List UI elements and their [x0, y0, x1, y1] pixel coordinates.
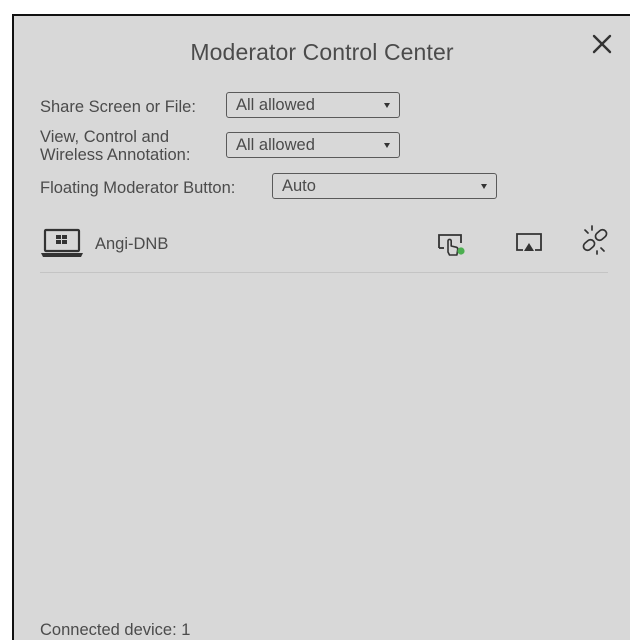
device-name: Angi-DNB: [95, 235, 169, 253]
dialog-title: Moderator Control Center: [190, 39, 454, 65]
chevron-down-icon: [384, 103, 390, 108]
close-button[interactable]: [588, 30, 616, 58]
floating-moderator-select-value: Auto: [282, 177, 316, 195]
remote-control-icon: [438, 234, 465, 256]
view-control-label-line2: Wireless Annotation:: [40, 146, 191, 164]
share-screen-label: Share Screen or File:: [40, 98, 196, 116]
floating-moderator-label: Floating Moderator Button:: [40, 179, 236, 197]
view-control-select[interactable]: All allowed: [226, 132, 400, 158]
disconnect-button[interactable]: [578, 225, 612, 255]
share-screen-button[interactable]: [512, 229, 546, 259]
share-screen-select[interactable]: All allowed: [226, 92, 400, 118]
view-control-select-value: All allowed: [236, 136, 315, 154]
disconnect-link-icon: [582, 225, 608, 255]
moderator-control-center-dialog: Moderator Control Center Share Screen or…: [12, 14, 630, 640]
floating-moderator-select[interactable]: Auto: [272, 173, 497, 199]
remote-control-button[interactable]: [433, 229, 467, 259]
chevron-down-icon: [384, 143, 390, 148]
share-screen-icon: [516, 233, 542, 251]
windows-laptop-icon: [41, 228, 83, 257]
device-list-divider: [40, 272, 608, 273]
close-icon: [592, 34, 612, 54]
view-control-label-line1: View, Control and: [40, 128, 170, 146]
share-screen-select-value: All allowed: [236, 96, 315, 114]
device-row: Angi-DNB: [40, 221, 608, 267]
connected-device-count: Connected device: 1: [40, 621, 191, 639]
chevron-down-icon: [481, 184, 487, 189]
